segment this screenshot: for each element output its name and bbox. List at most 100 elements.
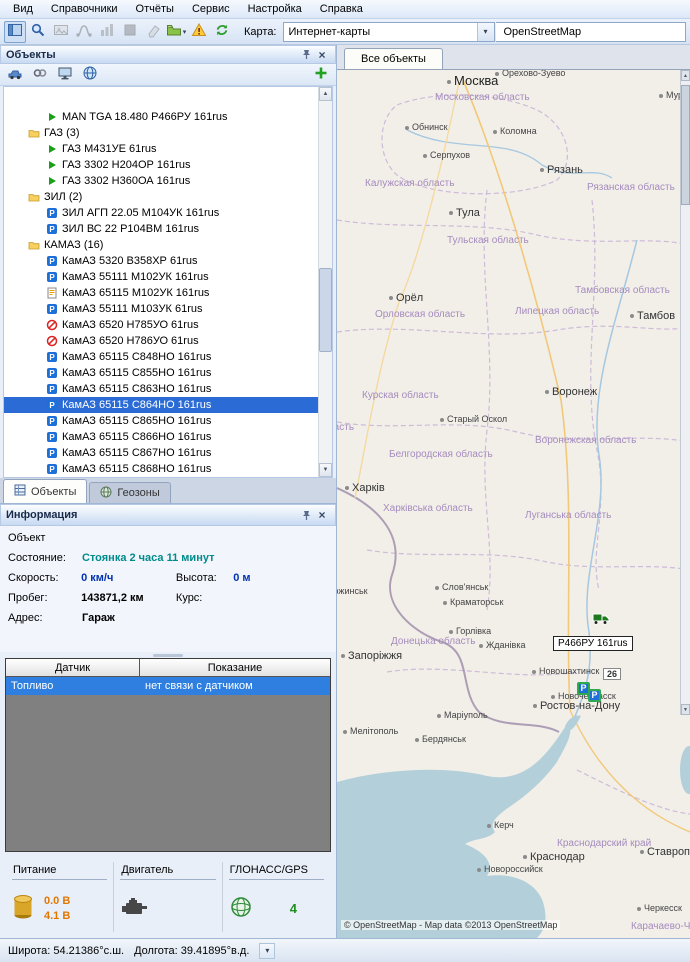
add-object-button[interactable] xyxy=(310,64,332,86)
tree-item[interactable]: КамАЗ 6520 Н786УО 61rus xyxy=(4,333,332,349)
map-attribution: © OpenStreetMap - Map data ©2013 OpenStr… xyxy=(341,920,560,930)
pin-icon[interactable] xyxy=(298,508,314,523)
tree-item[interactable]: MAN TGA 18.480 Р466РУ 161rus xyxy=(4,109,332,125)
map-label-region: Курская область xyxy=(362,390,439,401)
folder-open-button[interactable]: ▾ xyxy=(165,21,187,43)
tree-item-label: КамАЗ 65115 М102УК 161rus xyxy=(62,287,209,299)
vehicle-marker-label[interactable]: Р466РУ 161rus xyxy=(553,636,633,651)
tree-item[interactable]: PКамАЗ 55111 М102УК 161rus xyxy=(4,269,332,285)
vehicle-marker[interactable] xyxy=(592,610,610,628)
parked-icon: P xyxy=(46,383,58,395)
map-label-city: Дзержинськ xyxy=(337,586,368,596)
photo-button[interactable] xyxy=(50,21,72,43)
menu-item[interactable]: Справка xyxy=(311,1,372,17)
parked-icon: P xyxy=(46,463,58,475)
scroll-up-icon[interactable]: ▲ xyxy=(681,70,690,81)
tab-geozones[interactable]: Геозоны xyxy=(89,482,170,503)
tree-item[interactable]: PКамАЗ 5320 В358ХР 61rus xyxy=(4,253,332,269)
sensor-column-header[interactable]: Датчик xyxy=(6,659,140,676)
parked-icon: P xyxy=(46,303,58,315)
map-label-city: Мелітополь xyxy=(343,726,398,736)
scrollbar-thumb[interactable] xyxy=(319,268,332,352)
refresh-button[interactable] xyxy=(211,21,233,43)
stop-button[interactable] xyxy=(119,21,141,43)
map-label-city: Рязань xyxy=(540,164,583,176)
close-icon[interactable]: × xyxy=(314,508,330,523)
map-label-city: Харків xyxy=(345,482,385,494)
menu-item[interactable]: Вид xyxy=(4,1,42,17)
parked-icon: P xyxy=(46,223,58,235)
tree-item[interactable]: КамАЗ 65115 М102УК 161rus xyxy=(4,285,332,301)
tree-item[interactable]: PЗИЛ ВС 22 Р104ВМ 161rus xyxy=(4,221,332,237)
objects-panel-header: Объекты × xyxy=(0,45,336,64)
vehicle-button[interactable] xyxy=(4,64,26,86)
map-provider-field[interactable]: OpenStreetMap xyxy=(496,22,687,42)
tree-item[interactable]: PКамАЗ 65115 С855НО 161rus xyxy=(4,365,332,381)
warning-button[interactable] xyxy=(188,21,210,43)
objects-panel-button[interactable] xyxy=(4,21,26,43)
tab-geozones-label: Геозоны xyxy=(117,487,159,499)
tree-item[interactable]: ГАЗ 3302 Н204ОР 161rus xyxy=(4,157,332,173)
map-label-city: Воронеж xyxy=(545,386,597,398)
tree-item[interactable]: ГАЗ 3302 Н360ОА 161rus xyxy=(4,173,332,189)
tree-item[interactable]: PЗИЛ АГП 22.05 М104УК 161rus xyxy=(4,205,332,221)
map-label-region: Луганська область xyxy=(525,510,611,521)
tree-item[interactable]: ГАЗ М431УЕ 61rus xyxy=(4,141,332,157)
map-tab-all-objects[interactable]: Все объекты xyxy=(344,48,443,69)
scrollbar-thumb[interactable] xyxy=(681,85,690,205)
tree-scrollbar[interactable]: ▲ ▼ xyxy=(318,87,332,477)
menu-item[interactable]: Отчёты xyxy=(127,1,183,17)
map-tab-bar: Все объекты xyxy=(337,45,690,70)
tree-item[interactable]: ЗИЛ (2) xyxy=(4,189,332,205)
tree-item[interactable]: PКамАЗ 65115 С848НО 161rus xyxy=(4,349,332,365)
scroll-up-icon[interactable]: ▲ xyxy=(319,87,332,101)
map-scrollbar[interactable]: ▲ ▼ xyxy=(680,70,690,715)
state-value: Стоянка 2 часа 11 минут xyxy=(82,552,214,564)
nodata-icon xyxy=(46,287,58,299)
link-button[interactable] xyxy=(29,64,51,86)
tree-item[interactable]: КамАЗ 6520 Н785УО 61rus xyxy=(4,317,332,333)
chevron-down-icon[interactable]: ▾ xyxy=(259,943,275,959)
route-button[interactable] xyxy=(73,21,95,43)
objects-panel-title: Объекты xyxy=(6,49,56,61)
chevron-down-icon[interactable]: ▾ xyxy=(477,23,494,41)
chart-button[interactable] xyxy=(96,21,118,43)
satellites-count: 4 xyxy=(263,901,324,916)
objects-tree: MAN TGA 18.480 Р466РУ 161rusГАЗ (3)ГАЗ М… xyxy=(3,86,333,478)
tree-item-label: ГАЗ 3302 Н204ОР 161rus xyxy=(62,159,191,171)
close-icon[interactable]: × xyxy=(314,47,330,62)
vehicle-icon xyxy=(7,65,23,84)
tree-item[interactable]: PКамАЗ 65115 С864НО 161rus xyxy=(4,397,332,413)
monitor-button[interactable] xyxy=(54,64,76,86)
parking-marker[interactable]: P xyxy=(588,689,601,702)
menu-item[interactable]: Справочники xyxy=(42,1,127,17)
tree-item[interactable]: PКамАЗ 65115 С868НО 161rus xyxy=(4,461,332,477)
map-label-city: Тамбов xyxy=(630,310,675,322)
chevron-down-icon[interactable]: ▾ xyxy=(183,28,187,36)
tree-item-label: КАМАЗ (16) xyxy=(44,239,103,251)
folder-icon xyxy=(28,127,40,139)
search-button[interactable] xyxy=(27,21,49,43)
tab-objects[interactable]: Объекты xyxy=(3,479,87,503)
map-view[interactable]: МоскваОрехово-ЗуевоМосковская областьМур… xyxy=(337,70,690,938)
tree-item[interactable]: PКамАЗ 55111 М103УК 61rus xyxy=(4,301,332,317)
tree-item[interactable]: КАМАЗ (16) xyxy=(4,237,332,253)
table-row[interactable]: Топливонет связи с датчиком xyxy=(6,677,330,695)
scroll-down-icon[interactable]: ▼ xyxy=(681,704,690,715)
globe-button[interactable] xyxy=(79,64,101,86)
map-label-region: область xyxy=(337,422,354,433)
tree-item[interactable]: P КамАЗ 65115 С863НО 161rus xyxy=(4,381,332,397)
scroll-down-icon[interactable]: ▼ xyxy=(319,463,332,477)
menu-item[interactable]: Настройка xyxy=(239,1,311,17)
tree-item[interactable]: PКамАЗ 65115 С865НО 161rus xyxy=(4,413,332,429)
menu-item[interactable]: Сервис xyxy=(183,1,239,17)
tree-item[interactable]: PКамАЗ 65115 С866НО 161rus xyxy=(4,429,332,445)
eraser-button[interactable] xyxy=(142,21,164,43)
tree-item-label: КамАЗ 65115 С863НО 161rus xyxy=(62,383,211,395)
parked-icon: P xyxy=(46,431,58,443)
map-type-combobox[interactable]: Интернет-карты ▾ xyxy=(283,22,495,42)
value-column-header[interactable]: Показание xyxy=(140,659,330,676)
tree-item[interactable]: ГАЗ (3) xyxy=(4,125,332,141)
tree-item[interactable]: PКамАЗ 65115 С867НО 161rus xyxy=(4,445,332,461)
pin-icon[interactable] xyxy=(298,47,314,62)
